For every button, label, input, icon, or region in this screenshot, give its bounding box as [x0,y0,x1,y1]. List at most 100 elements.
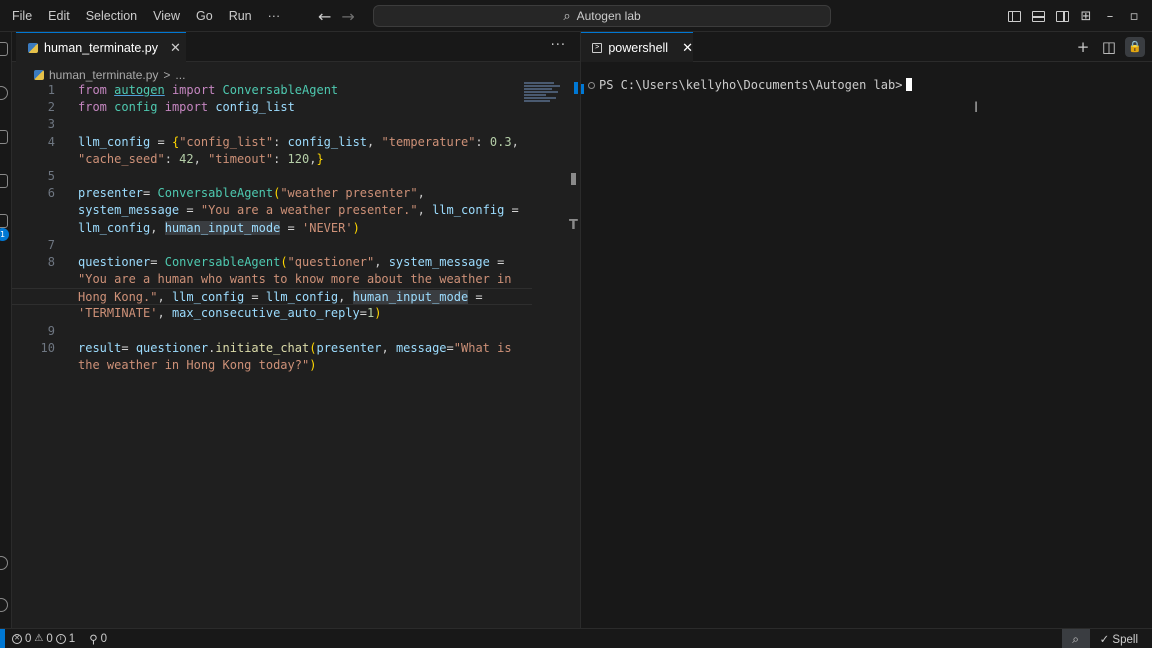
python-file-icon [28,42,38,53]
code-line: 8 questioner= ConversableAgent("questione… [12,254,532,271]
text-cursor-icon: T [569,218,578,233]
activity-bar: 1 [0,32,12,628]
menu-edit[interactable]: Edit [40,9,78,23]
error-icon: ✕ [12,633,22,644]
terminal-output[interactable]: PS C:\Users\kellyho\Documents\Autogen la… [599,78,913,92]
close-tab-icon[interactable]: ✕ [170,40,181,56]
menu-view[interactable]: View [145,9,188,23]
code-line: 7 [12,237,532,254]
toggle-secondary-sidebar-icon[interactable] [1050,9,1074,24]
mouse-ibeam-cursor: I [974,100,979,116]
code-line-current: Hong Kong.", llm_config = llm_config, hu… [12,288,532,306]
terminal-panel: > powershell ✕ + ◫ 🔒 PS C:\Users\kellyho… [580,32,1152,628]
new-terminal-plus-icon[interactable]: + [1073,37,1093,57]
remote-indicator[interactable] [0,628,5,648]
code-line: 'TERMINATE', max_consecutive_auto_reply=… [78,306,382,321]
info-icon: i [55,633,66,644]
line-number: 10 [40,340,55,355]
line-number: 4 [47,134,55,149]
explorer-icon[interactable] [0,42,8,56]
split-terminal-icon[interactable]: ◫ [1099,37,1119,57]
terminal-scroll-marker [581,84,584,94]
code-line: 4 llm_config = {"config_list": config_lis… [12,134,532,151]
code-line: 1 from autogen import ConversableAgent [12,82,532,99]
lock-icon[interactable]: 🔒 [1125,37,1145,57]
editor-tab-bar: human_terminate.py ✕ ··· [12,32,580,62]
menu-bar: File Edit Selection View Go Run ··· [4,0,288,32]
menu-run[interactable]: Run [221,9,260,23]
line-number: 5 [47,168,55,183]
terminal-cursor [906,78,913,91]
terminal-tab-label: powershell [608,40,669,55]
line-number: 7 [47,237,55,252]
customize-layout-icon[interactable]: ⊞ [1074,9,1098,24]
tab-powershell[interactable]: > powershell ✕ [581,32,693,62]
error-count: 0 [25,632,32,645]
code-line: system_message = "You are a weather pres… [78,203,519,218]
code-line: 2 from config import config_list [12,99,532,116]
terminal-tab-bar: > powershell ✕ + ◫ 🔒 [581,32,1152,62]
warning-icon: ⚠ [34,633,44,644]
window-controls: ⊞ – ▫ [1002,0,1146,32]
breadcrumb-separator: > [163,68,171,82]
more-actions-icon[interactable]: ··· [551,38,566,53]
code-line: the weather in Hong Kong today?") [78,358,317,372]
menu-go[interactable]: Go [188,9,221,23]
spell-label: Spell [1112,634,1138,646]
warning-count: 0 [46,632,53,645]
navigation-arrows: ← → [318,0,355,32]
extensions-badge: 1 [0,228,9,241]
account-icon[interactable] [0,556,8,570]
spell-check-item[interactable]: ✓ Spell [1090,632,1152,646]
terminal-icon: > [592,42,603,53]
run-debug-icon[interactable] [0,174,8,188]
status-bar-right: ⌕ ✓ Spell [1061,629,1152,648]
line-number: 6 [47,186,55,201]
close-terminal-icon[interactable]: ✕ [682,40,693,56]
code-line: 5 [12,168,532,185]
code-line: 9 [12,323,532,340]
restore-button[interactable]: ▫ [1122,9,1146,24]
extensions-icon[interactable] [0,214,8,228]
terminal-actions: + ◫ 🔒 [1073,36,1145,58]
line-number: 8 [47,254,55,269]
editor-group: human_terminate.py ✕ ··· human_terminate… [12,32,580,628]
command-center-search[interactable]: ⌕ Autogen lab [373,5,831,27]
source-control-icon[interactable] [0,130,8,144]
editor-scrollbar[interactable] [574,82,578,94]
line-number: 3 [47,117,55,132]
title-bar: File Edit Selection View Go Run ··· ← → … [0,0,1152,32]
ports-indicator[interactable]: ⚲ 0 [89,632,107,646]
line-number: 2 [47,100,55,115]
toggle-primary-sidebar-icon[interactable] [1002,9,1026,24]
command-decoration-icon[interactable] [588,82,595,89]
ports-count: 0 [100,632,108,645]
menu-selection[interactable]: Selection [78,9,145,23]
back-arrow-icon[interactable]: ← [318,7,331,26]
code-line: 10 result= questioner.initiate_chat(prese… [12,340,532,357]
command-center-label: Autogen lab [576,9,641,23]
tab-label: human_terminate.py [44,40,158,55]
sash-marker [571,173,576,185]
zoom-icon[interactable]: ⌕ [1061,629,1090,648]
minimap[interactable] [524,82,564,104]
forward-arrow-icon[interactable]: → [341,7,354,26]
minimize-button[interactable]: – [1098,9,1122,24]
menu-file[interactable]: File [4,9,40,23]
terminal-prompt: PS C:\Users\kellyho\Documents\Autogen la… [599,78,903,92]
python-file-icon [34,70,44,80]
breadcrumb-file[interactable]: human_terminate.py [49,68,158,82]
search-view-icon[interactable] [0,86,8,100]
breadcrumb-symbol[interactable]: ... [175,68,185,82]
code-line: 6 presenter= ConversableAgent("weather pr… [12,185,532,202]
info-count: 1 [68,632,76,645]
line-number: 1 [47,83,55,97]
tab-human-terminate[interactable]: human_terminate.py ✕ [16,32,186,62]
menu-more[interactable]: ··· [260,9,289,23]
problems-indicator[interactable]: ✕ 0 ⚠ 0 i 1 [12,633,75,645]
code-line: "cache_seed": 42, "timeout": 120,} [78,151,324,166]
manage-gear-icon[interactable] [0,598,8,612]
toggle-panel-icon[interactable] [1026,9,1050,24]
code-line: "You are a human who wants to know more … [78,272,512,287]
code-editor[interactable]: 1 from autogen import ConversableAgent 2f… [12,82,532,374]
